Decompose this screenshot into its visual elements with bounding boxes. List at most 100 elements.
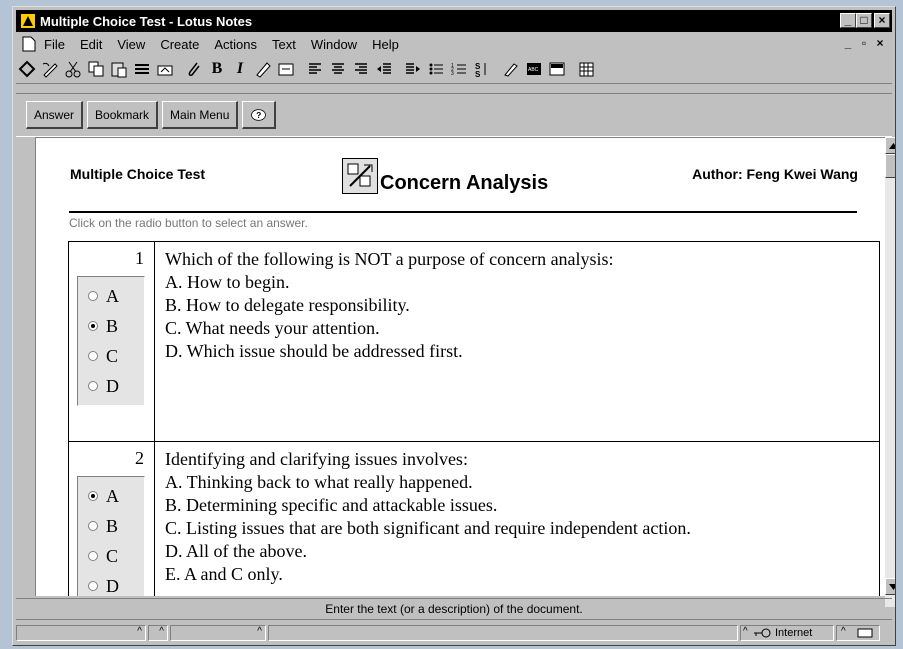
radio-option-b[interactable]: B — [78, 311, 144, 341]
properties-icon[interactable] — [131, 58, 153, 80]
attach-icon[interactable] — [183, 58, 205, 80]
menu-create[interactable]: Create — [160, 37, 199, 52]
edit-mode-icon[interactable] — [39, 58, 61, 80]
align-right-icon[interactable] — [350, 58, 372, 80]
arrow-down-icon — [889, 583, 895, 590]
help-button[interactable]: ? — [242, 101, 277, 129]
question-prompt: Which of the following is NOT a purpose … — [165, 249, 614, 269]
minimize-button[interactable]: _ — [840, 13, 856, 28]
key-icon — [754, 628, 771, 638]
answer-radio-group: A B C D — [77, 476, 145, 596]
choice-text: C. What needs your attention. — [165, 318, 380, 338]
insert-icon[interactable] — [275, 58, 297, 80]
status-cell-1[interactable]: ^ — [16, 625, 146, 641]
cut-icon[interactable] — [62, 58, 84, 80]
radio-button[interactable] — [88, 291, 98, 301]
choice-text: D. Which issue should be addressed first… — [165, 341, 463, 361]
doc-close-button[interactable]: × — [872, 36, 888, 51]
page-title: Concern Analysis — [380, 172, 549, 194]
radio-option-d[interactable]: D — [78, 371, 144, 401]
status-message: Enter the text (or a description) of the… — [16, 598, 892, 620]
spellcheck-icon[interactable]: ABC — [523, 58, 545, 80]
question-row: 2 A B C D Identifying and clarifying iss… — [69, 442, 879, 596]
zone-label: Internet — [775, 627, 813, 639]
menu-edit[interactable]: Edit — [80, 37, 102, 52]
menu-help[interactable]: Help — [372, 37, 399, 52]
italic-button[interactable]: I — [229, 58, 251, 80]
radio-button[interactable] — [88, 581, 98, 591]
option-label: A — [106, 485, 119, 506]
indent-icon[interactable] — [373, 58, 395, 80]
bullets-icon[interactable] — [425, 58, 447, 80]
scroll-down-button[interactable] — [885, 578, 895, 595]
doc-minimize-button[interactable]: _ — [840, 36, 856, 51]
app-window: Multiple Choice Test - Lotus Notes _ □ ×… — [12, 6, 896, 646]
test-label: Multiple Choice Test — [70, 166, 206, 182]
grid-icon[interactable] — [575, 58, 597, 80]
help-glyph: ? — [257, 110, 262, 120]
menu-file[interactable]: File — [44, 37, 65, 52]
status-cell-2[interactable]: ^ — [148, 625, 168, 641]
radio-option-c[interactable]: C — [78, 541, 144, 571]
table-icon[interactable] — [546, 58, 568, 80]
radio-option-a[interactable]: A — [78, 281, 144, 311]
radio-option-b[interactable]: B — [78, 511, 144, 541]
status-cell-4 — [268, 625, 738, 641]
option-label: D — [106, 375, 119, 396]
option-label: C — [106, 345, 119, 366]
radio-button-selected[interactable] — [88, 491, 98, 501]
option-label: D — [106, 575, 119, 596]
styles-icon[interactable]: SS — [471, 58, 493, 80]
scroll-up-button[interactable] — [885, 137, 895, 154]
option-label: B — [106, 315, 119, 336]
question-text-cell: Which of the following is NOT a purpose … — [155, 242, 879, 441]
svg-text:ABC: ABC — [528, 67, 539, 73]
radio-button[interactable] — [88, 521, 98, 531]
choice-text: E. A and C only. — [165, 564, 283, 584]
menu-text[interactable]: Text — [272, 37, 296, 52]
close-button[interactable]: × — [874, 13, 890, 28]
copy-icon[interactable] — [85, 58, 107, 80]
align-left-icon[interactable] — [304, 58, 326, 80]
status-cell-3[interactable]: ^ — [170, 625, 266, 641]
maximize-button[interactable]: □ — [856, 13, 872, 28]
main-menu-button[interactable]: Main Menu — [162, 101, 239, 129]
vertical-scrollbar[interactable] — [885, 137, 895, 607]
tool-icon[interactable] — [500, 58, 522, 80]
align-center-icon[interactable] — [327, 58, 349, 80]
radio-option-c[interactable]: C — [78, 341, 144, 371]
caret-up-icon: ^ — [841, 626, 846, 637]
radio-button[interactable] — [88, 351, 98, 361]
document-heading: Concern Analysis — [342, 158, 548, 194]
highlight-icon[interactable] — [252, 58, 274, 80]
radio-option-d[interactable]: D — [78, 571, 144, 596]
menu-actions[interactable]: Actions — [214, 37, 257, 52]
caret-up-icon: ^ — [159, 626, 164, 637]
analysis-logo-icon — [342, 158, 378, 194]
mail-indicator[interactable]: ^ — [836, 625, 880, 641]
doc-restore-button[interactable]: ▫ — [856, 36, 872, 51]
link-icon[interactable] — [154, 58, 176, 80]
menu-view[interactable]: View — [117, 37, 145, 52]
document-icon — [22, 36, 36, 52]
bookmark-button[interactable]: Bookmark — [87, 101, 159, 129]
question-number-cell: 1 A B C D — [69, 242, 155, 441]
instruction-text: Click on the radio button to select an a… — [69, 216, 308, 230]
navigator-icon[interactable] — [16, 58, 38, 80]
radio-option-a[interactable]: A — [78, 481, 144, 511]
radio-button[interactable] — [88, 551, 98, 561]
zone-indicator[interactable]: ^ Internet — [740, 625, 834, 641]
scroll-thumb[interactable] — [885, 154, 895, 178]
option-label: B — [106, 515, 119, 536]
menu-window[interactable]: Window — [311, 37, 357, 52]
option-label: C — [106, 545, 119, 566]
bold-button[interactable]: B — [206, 58, 228, 80]
outdent-icon[interactable] — [402, 58, 424, 80]
numbers-icon[interactable]: 123 — [448, 58, 470, 80]
caret-up-icon: ^ — [257, 626, 262, 637]
paste-icon[interactable] — [108, 58, 130, 80]
radio-button[interactable] — [88, 381, 98, 391]
answer-button[interactable]: Answer — [26, 101, 84, 129]
title-bar[interactable]: Multiple Choice Test - Lotus Notes _ □ × — [16, 10, 892, 32]
radio-button-selected[interactable] — [88, 321, 98, 331]
